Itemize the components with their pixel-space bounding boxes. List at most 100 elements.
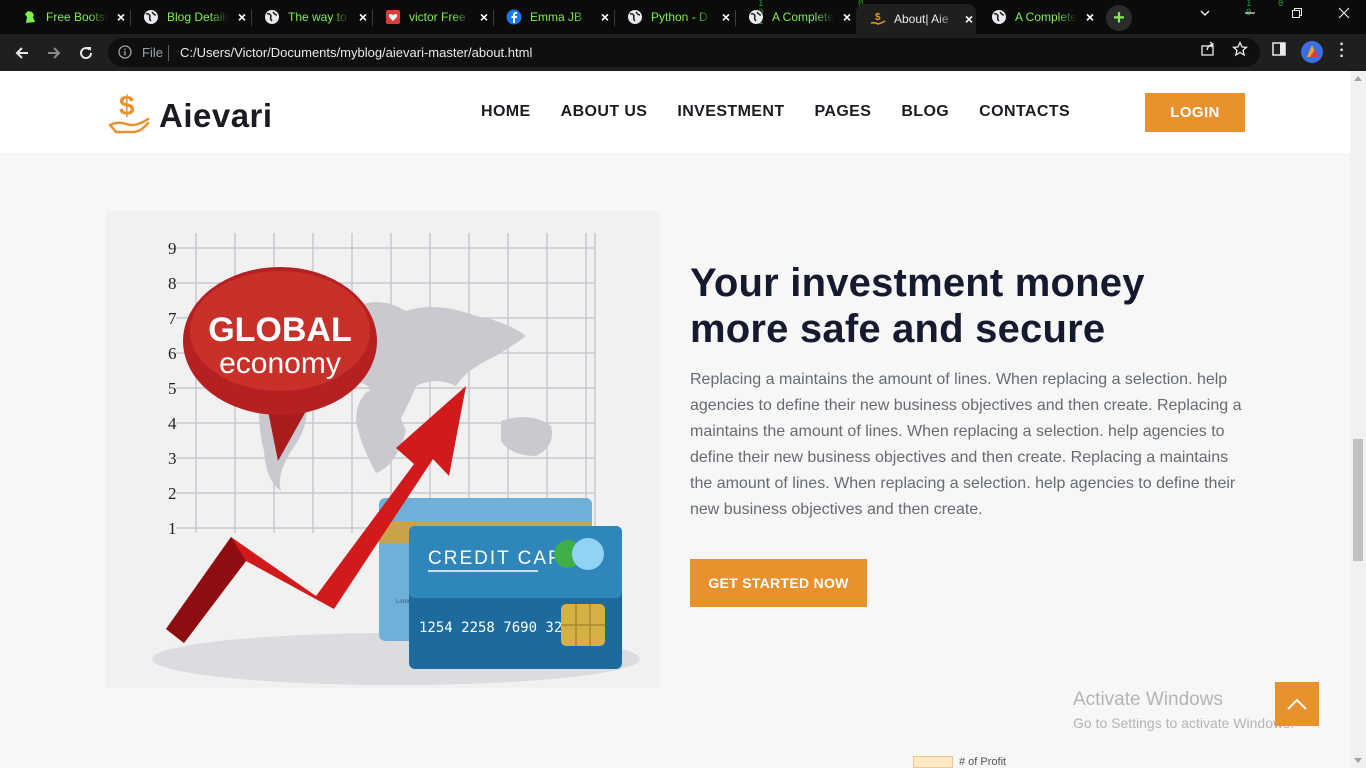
close-icon[interactable]: × (235, 9, 249, 25)
browser-tab-active[interactable]: $ About| Aie × (856, 4, 976, 34)
address-bar[interactable]: File C:/Users/Victor/Documents/myblog/ai… (108, 38, 1260, 67)
browser-tab[interactable]: Python - D × (613, 3, 733, 31)
nav-pages[interactable]: PAGES (815, 103, 872, 121)
tab-title: victor Free (409, 10, 466, 24)
bookmark-star-icon[interactable] (1232, 41, 1248, 57)
tab-title: Free Bootstrap (46, 10, 108, 24)
chevron-up-icon (1287, 698, 1307, 710)
restore-icon[interactable] (1287, 6, 1307, 22)
globe-icon (991, 9, 1007, 25)
axis-tick: 7 (168, 309, 177, 328)
close-icon[interactable]: × (840, 9, 854, 25)
nav-about-us[interactable]: ABOUT US (561, 103, 648, 121)
axis-tick: 8 (168, 274, 177, 293)
about-heading-line2: more safe and secure (690, 307, 1106, 351)
scroll-up-icon[interactable] (1354, 76, 1362, 81)
globe-icon (264, 9, 280, 25)
browser-tab[interactable]: A Complete × (977, 3, 1097, 31)
close-icon[interactable]: × (719, 9, 733, 25)
close-icon[interactable]: × (477, 9, 491, 25)
about-heading: Your investment money more safe and secu… (690, 260, 1250, 352)
scheme-label: File (142, 45, 163, 60)
about-heading-line1: Your investment money (690, 261, 1145, 305)
close-icon[interactable]: × (598, 9, 612, 25)
info-icon[interactable] (118, 45, 132, 59)
tab-title: A Complete (1015, 10, 1077, 24)
about-illustration: 9 8 7 6 5 4 3 2 1 Lorem CREDIT CARD 1254… (106, 211, 660, 688)
axis-tick: 2 (168, 484, 177, 503)
tab-title: Emma JB (530, 10, 583, 24)
axis-tick: 6 (168, 344, 177, 363)
forward-arrow-icon[interactable] (44, 43, 64, 63)
reload-icon[interactable] (76, 43, 96, 63)
bubble-subtitle: economy (219, 347, 341, 380)
about-paragraph: Replacing a maintains the amount of line… (690, 371, 1242, 518)
close-icon[interactable]: × (356, 9, 370, 25)
tab-title: About| Aie (894, 12, 949, 26)
axis-tick: 3 (168, 449, 177, 468)
globe-icon (143, 9, 159, 25)
activate-windows-watermark: Activate Windows Go to Settings to activ… (1073, 689, 1294, 731)
globe-icon (627, 9, 643, 25)
tab-title: Python - D (651, 10, 708, 24)
legend-swatch (913, 756, 953, 768)
share-icon[interactable] (1200, 41, 1216, 57)
axis-tick: 1 (168, 519, 177, 538)
page-scrollbar[interactable] (1350, 71, 1366, 768)
url-text[interactable]: C:/Users/Victor/Documents/myblog/aievari… (180, 45, 532, 60)
card-number: 1254 2258 7690 3254 (419, 620, 579, 636)
dollar-hand-logo-icon: $ (108, 90, 150, 140)
axis-tick: 5 (168, 379, 177, 398)
page-viewport: $ Aievari HOME ABOUT US INVESTMENT PAGES… (0, 71, 1350, 768)
more-menu-icon[interactable]: · · · (1336, 37, 1348, 65)
axis-tick: 4 (168, 414, 177, 433)
nav-contacts[interactable]: CONTACTS (979, 103, 1070, 121)
login-button[interactable]: LOGIN (1145, 93, 1245, 132)
nav-blog[interactable]: BLOG (901, 103, 949, 121)
facebook-icon (506, 9, 522, 25)
new-tab-button[interactable]: + (1106, 5, 1132, 31)
activate-subtitle: Go to Settings to activate Windows. (1073, 715, 1294, 731)
tab-title: A Complete (772, 10, 834, 24)
profile-avatar[interactable] (1301, 41, 1323, 63)
axis-tick: 9 (168, 239, 177, 258)
browser-tab[interactable]: Free Bootstrap × (8, 3, 128, 31)
close-icon[interactable]: × (114, 9, 128, 25)
close-icon[interactable]: × (1083, 9, 1097, 25)
close-icon[interactable]: × (962, 11, 976, 27)
main-navigation: HOME ABOUT US INVESTMENT PAGES BLOG CONT… (481, 103, 1100, 121)
svg-text:$: $ (119, 91, 135, 121)
nav-home[interactable]: HOME (481, 103, 531, 121)
get-started-button[interactable]: GET STARTED NOW (690, 559, 867, 607)
scroll-down-icon[interactable] (1354, 758, 1362, 763)
browser-tab[interactable]: Emma JB × (492, 3, 612, 31)
tab-search-icon[interactable] (1195, 6, 1215, 22)
globe-icon (748, 9, 764, 25)
dollar-hand-icon: $ (870, 11, 886, 27)
tab-title: Blog Details (167, 10, 229, 24)
legend-label: # of Profit (959, 756, 1007, 768)
matrix-decoration: 0 (1278, 0, 1284, 9)
chart-legend-peek: # of Profit (913, 756, 1006, 768)
scroll-to-top-button[interactable] (1275, 682, 1319, 726)
close-window-icon[interactable] (1334, 6, 1354, 22)
activate-title: Activate Windows (1073, 689, 1223, 710)
browser-toolbar: File C:/Users/Victor/Documents/myblog/ai… (0, 34, 1366, 71)
browser-tab[interactable]: victor Free × (371, 3, 491, 31)
site-logo[interactable]: $ Aievari (108, 90, 273, 140)
site-header: $ Aievari HOME ABOUT US INVESTMENT PAGES… (0, 71, 1350, 155)
heart-icon (385, 9, 401, 25)
side-panel-icon[interactable] (1271, 41, 1287, 57)
back-arrow-icon[interactable] (12, 43, 32, 63)
svg-text:$: $ (875, 12, 881, 23)
browser-tab[interactable]: A Complete × (734, 3, 854, 31)
browser-tab[interactable]: Blog Details × (129, 3, 249, 31)
minimize-icon[interactable] (1240, 6, 1260, 22)
horse-icon (22, 9, 38, 25)
scrollbar-thumb[interactable] (1353, 439, 1363, 561)
nav-investment[interactable]: INVESTMENT (677, 103, 784, 121)
bubble-title: GLOBAL (208, 311, 352, 349)
browser-tab[interactable]: The way to × (250, 3, 370, 31)
browser-tab-strip: 101 01 10 0 Free Bootstrap × Blog Detail… (0, 0, 1366, 34)
brand-name: Aievari (159, 96, 273, 134)
